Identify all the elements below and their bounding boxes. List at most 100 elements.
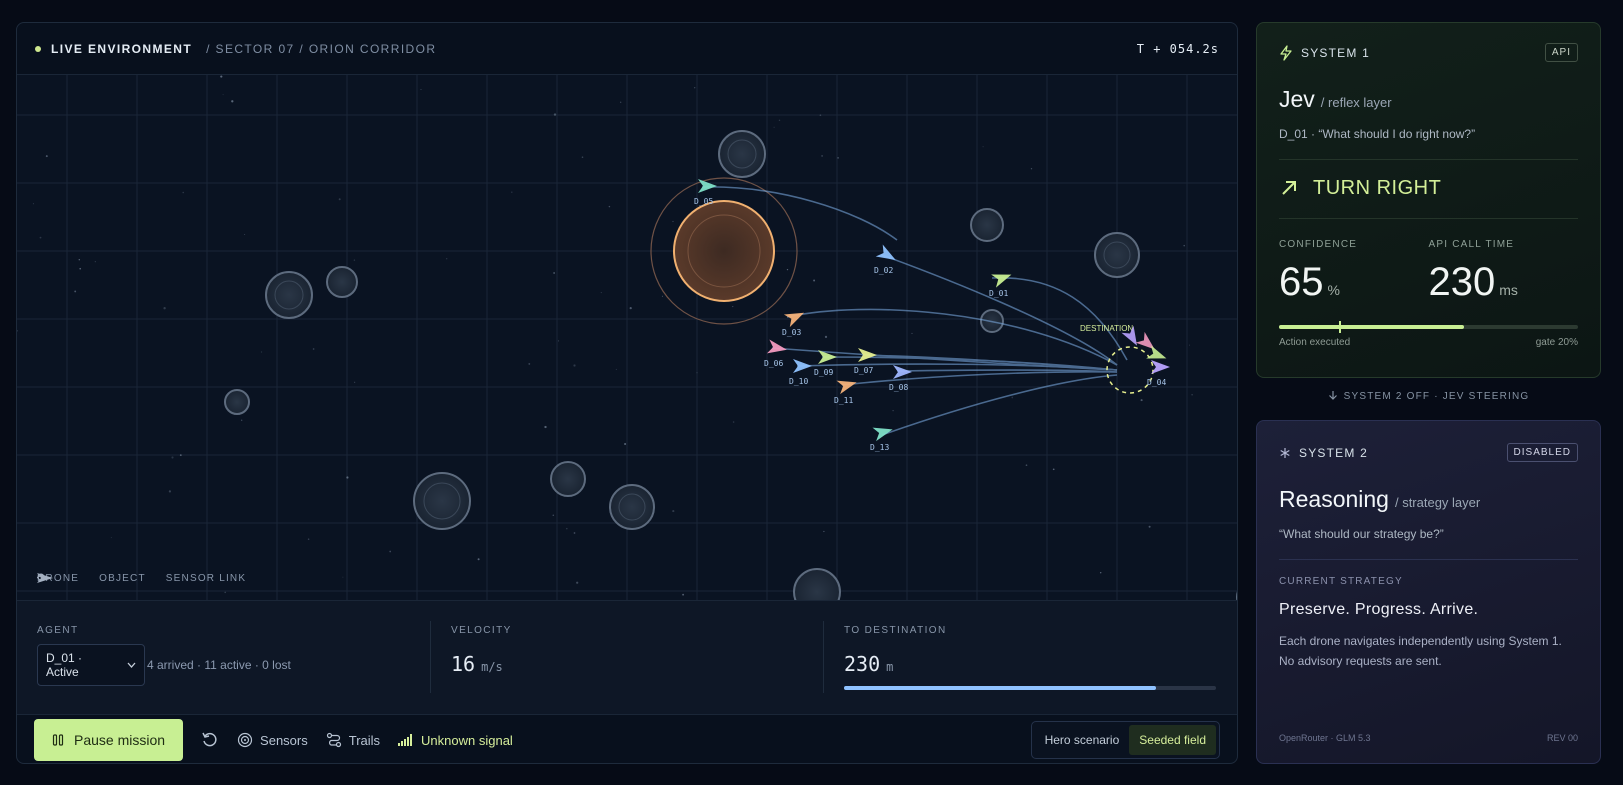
- star: [220, 75, 223, 78]
- star: [78, 259, 80, 261]
- star: [1183, 244, 1185, 247]
- arrow-up-right-icon: [1282, 181, 1296, 195]
- star: [661, 295, 663, 297]
- confidence-unit: %: [1327, 282, 1340, 298]
- agent-select-value: D_01 · Active: [46, 651, 83, 679]
- system1-card: SYSTEM 1 API Jev / reflex layer D_01 · “W…: [1256, 22, 1601, 378]
- obstacle: [1094, 232, 1140, 278]
- environment-map[interactable]: DESTINATION D_05 D_02 D_01 D_03 D_06 D_10 D_09…: [17, 75, 1238, 600]
- divider: [1279, 559, 1578, 560]
- system1-quote: D_01 · “What should I do right now?”: [1279, 127, 1476, 141]
- sensors-toggle[interactable]: Sensors: [237, 732, 308, 748]
- star: [552, 514, 555, 516]
- scenario-toggle: Hero scenario Seeded field: [1030, 721, 1220, 759]
- drone-d_02[interactable]: D_02: [874, 244, 899, 275]
- system2-card: SYSTEM 2 DISABLED Reasoning / strategy la…: [1256, 420, 1601, 764]
- trails-label: Trails: [348, 732, 381, 748]
- drone-icon: [893, 365, 912, 379]
- hero-scenario-option[interactable]: Hero scenario: [1035, 725, 1130, 755]
- destination-progress-fill: [844, 686, 1157, 690]
- star: [74, 290, 77, 293]
- star: [573, 532, 576, 534]
- breadcrumb: / SECTOR 07 / ORION CORRIDOR: [206, 41, 437, 56]
- star: [553, 113, 557, 116]
- star: [824, 335, 828, 339]
- divider: [1279, 218, 1578, 219]
- mission-controls: Pause mission Sensors Trails Unknown sig…: [17, 715, 1237, 763]
- current-action: TURN RIGHT: [1279, 176, 1578, 200]
- star: [354, 381, 356, 383]
- strategy-label: CURRENT STRATEGY: [1279, 576, 1403, 587]
- drone-d_03[interactable]: D_03: [782, 306, 807, 337]
- drone-icon: [836, 380, 857, 395]
- drone-icon: [793, 359, 812, 373]
- agent-select[interactable]: D_01 · Active: [37, 644, 145, 686]
- drone-d_04[interactable]: D_04: [1147, 360, 1170, 387]
- system2-heading: SYSTEM 2: [1299, 445, 1368, 460]
- lightning-icon: [1280, 44, 1292, 61]
- star: [307, 538, 310, 540]
- drones[interactable]: D_05 D_02 D_01 D_03 D_06 D_10 D_09 D_07 D_11 D_08…: [694, 179, 1170, 452]
- star: [813, 279, 816, 282]
- star: [911, 332, 913, 334]
- star: [696, 372, 698, 374]
- velocity-unit: m/s: [481, 660, 503, 674]
- trails-toggle[interactable]: Trails: [326, 732, 380, 748]
- star: [342, 576, 344, 578]
- trails-icon: [326, 732, 341, 748]
- drone-label: D_08: [889, 383, 908, 392]
- environment-header: LIVE ENVIRONMENT / SECTOR 07 / ORION COR…: [17, 23, 1237, 75]
- obstacle: [326, 266, 358, 298]
- current-action-label: TURN RIGHT: [1313, 176, 1442, 199]
- drone-d_11[interactable]: D_11: [834, 376, 858, 405]
- mission-clock: T + 054.2s: [1136, 41, 1219, 56]
- drone-d_06[interactable]: D_06: [764, 339, 788, 368]
- drone-d_13[interactable]: D_13: [870, 423, 894, 452]
- destination-label-stat: TO DESTINATION: [844, 625, 947, 636]
- divider: [1279, 159, 1578, 160]
- drone-icon: [1151, 360, 1170, 374]
- star: [231, 100, 234, 103]
- star: [682, 593, 685, 596]
- drone-label: D_10: [789, 377, 808, 386]
- map-canvas[interactable]: DESTINATION D_05 D_02 D_01 D_03 D_06 D_10 D_09…: [17, 75, 1238, 600]
- signal-status[interactable]: Unknown signal: [398, 733, 513, 748]
- star: [573, 364, 576, 367]
- api-badge: API: [1544, 43, 1578, 62]
- star: [821, 154, 824, 157]
- disabled-badge: DISABLED: [1506, 443, 1578, 462]
- star: [241, 419, 243, 421]
- drone-icon[interactable]: [1146, 345, 1169, 365]
- drone-d_09[interactable]: D_09: [814, 350, 837, 377]
- velocity-value: 16: [451, 652, 476, 676]
- strategy-description: Each drone navigates independently using…: [1279, 634, 1562, 668]
- drone-d_07[interactable]: D_07: [854, 348, 877, 375]
- obstacle: [413, 472, 471, 530]
- star: [420, 88, 422, 90]
- obstacle: [970, 208, 1004, 242]
- system1-heading: SYSTEM 1: [1301, 45, 1370, 60]
- reset-button[interactable]: [201, 731, 219, 749]
- star: [1189, 344, 1190, 346]
- seeded-field-option[interactable]: Seeded field: [1129, 725, 1216, 755]
- star: [179, 454, 182, 456]
- velocity-label: VELOCITY: [451, 625, 512, 636]
- drone-d_10[interactable]: D_10: [789, 359, 812, 386]
- drone-icon: [766, 339, 787, 354]
- reset-icon: [202, 732, 217, 747]
- drone-label: D_02: [874, 266, 893, 275]
- live-indicator-dot: [35, 45, 41, 52]
- confidence-bar: [1279, 321, 1578, 333]
- star: [163, 307, 166, 310]
- star: [892, 409, 894, 412]
- signal-bars-icon: [398, 734, 413, 746]
- agent-label: AGENT: [37, 625, 79, 636]
- pause-mission-button[interactable]: Pause mission: [34, 719, 184, 761]
- gate-marker: [1338, 321, 1341, 333]
- drone-d_01[interactable]: D_01: [989, 268, 1014, 298]
- star: [353, 259, 356, 261]
- star: [346, 476, 349, 479]
- star: [260, 351, 263, 353]
- star: [446, 258, 448, 260]
- sensors-icon: [237, 732, 253, 748]
